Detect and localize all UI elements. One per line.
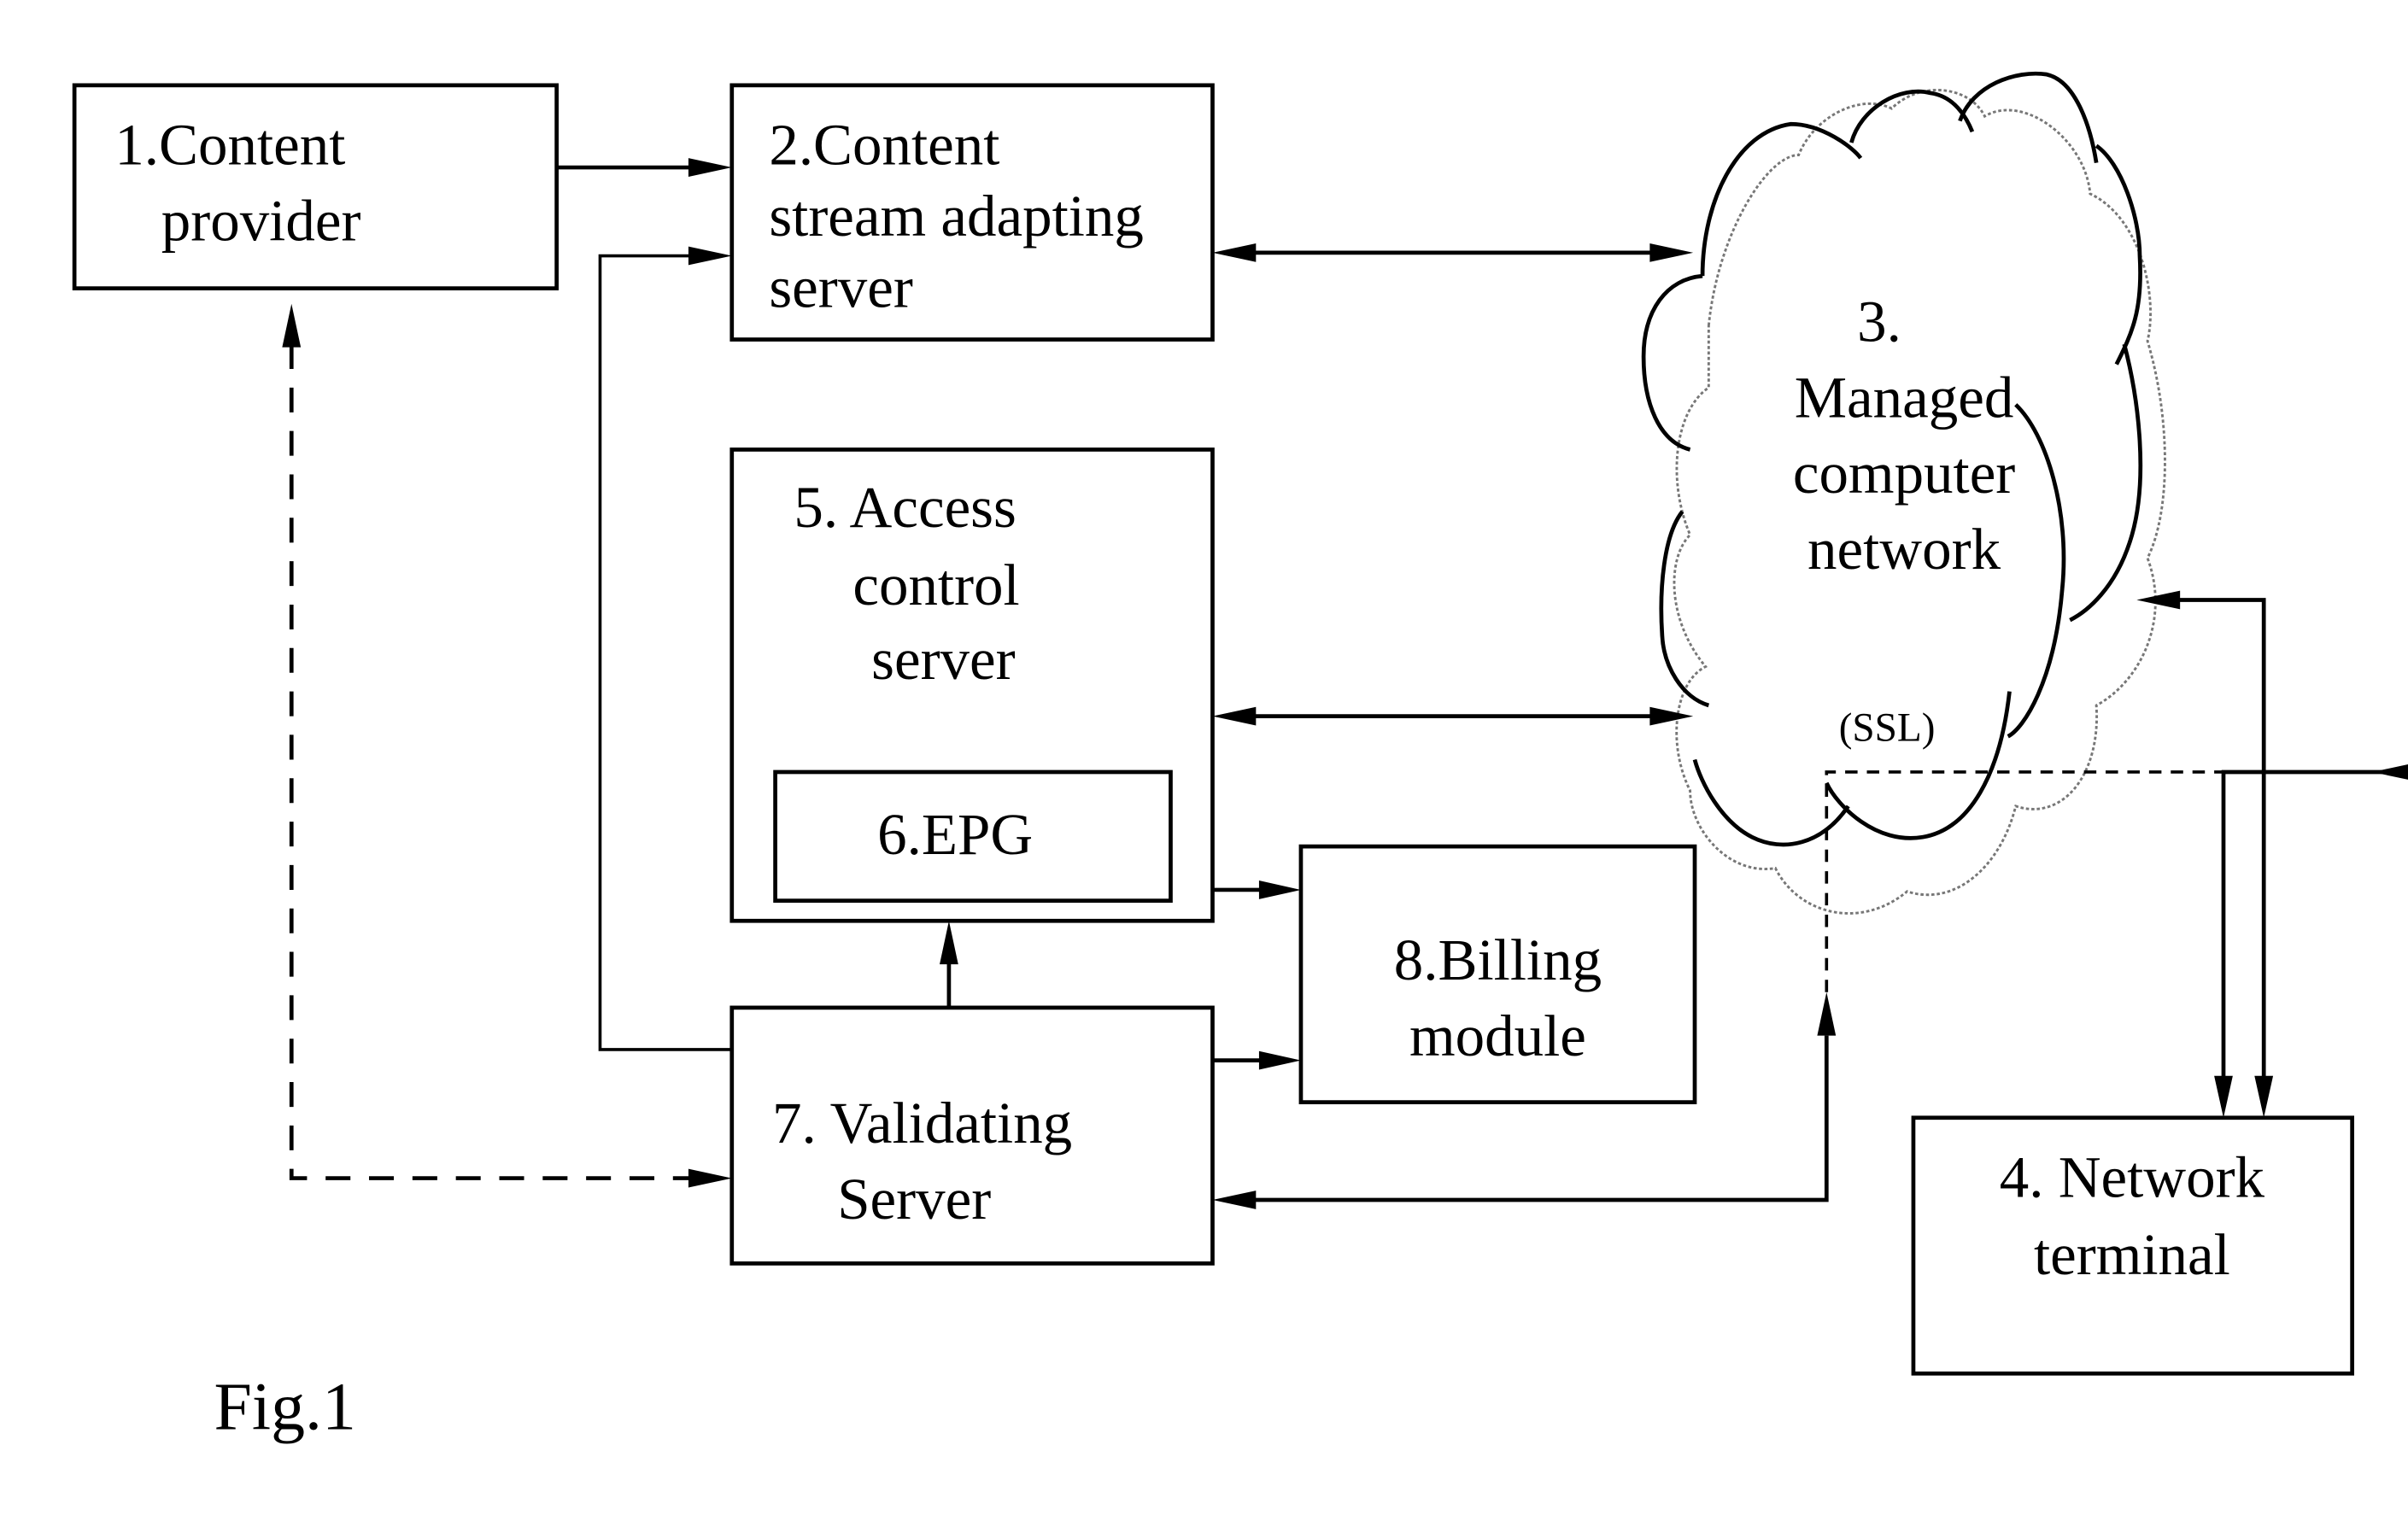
node-epg: 6.EPG xyxy=(773,769,1173,904)
figure-caption: Fig.1 xyxy=(214,1370,355,1445)
arrowhead xyxy=(282,303,302,348)
access-control-label-1: 5. Access xyxy=(794,475,1017,540)
edge-access-control-to-network xyxy=(1212,706,1694,726)
network-terminal-label-1: 4. Network xyxy=(2000,1144,2265,1209)
node-billing-module: 8.Billing module xyxy=(1298,844,1697,1104)
arrowhead xyxy=(2214,1075,2233,1118)
cloud-label-line-2: Managed xyxy=(1795,365,2014,430)
arrowhead xyxy=(688,1168,732,1188)
arrowhead xyxy=(2136,590,2181,610)
content-provider-label-1: 1.Content xyxy=(114,112,345,177)
stream-server-label-1: 2.Content xyxy=(769,112,999,177)
arrowhead xyxy=(940,921,958,965)
arrowhead xyxy=(2372,764,2408,780)
validating-server-label-1: 7. Validating xyxy=(772,1091,1072,1155)
node-content-stream-adapting-server: 2.Content stream adapting server xyxy=(729,83,1215,342)
cloud-label-line-3: computer xyxy=(1793,441,2015,506)
access-control-label-3: server xyxy=(871,627,1016,692)
arrowhead xyxy=(1212,706,1257,726)
billing-label-2: module xyxy=(1409,1003,1586,1068)
arrowhead xyxy=(1817,992,1837,1036)
epg-label: 6.EPG xyxy=(877,802,1033,867)
ssl-label: (SSL) xyxy=(1839,706,1936,751)
node-network-terminal: 4. Network terminal xyxy=(1911,1115,2355,1376)
arrowhead xyxy=(1649,243,1694,262)
arrowhead xyxy=(688,158,732,177)
edge-validating-to-billing xyxy=(1212,1050,1301,1070)
edge-network-ssl-to-terminal xyxy=(2214,764,2408,1118)
validating-server-label-2: Server xyxy=(837,1167,991,1232)
arrowhead xyxy=(1258,881,1301,899)
billing-label-1: 8.Billing xyxy=(1394,927,1602,992)
edge-provider-to-validating-dashed xyxy=(282,303,732,1188)
content-provider-label-2: provider xyxy=(161,188,361,253)
arrowhead xyxy=(1212,1191,1257,1209)
stream-server-label-3: server xyxy=(769,254,913,319)
arrowhead xyxy=(1258,1050,1301,1070)
arrowhead xyxy=(688,246,732,266)
edge-validating-to-stream-server xyxy=(598,246,732,1051)
network-terminal-label-2: terminal xyxy=(2034,1222,2230,1287)
cloud-managed-network: 3. Managed computer network (SSL) xyxy=(1641,71,2166,915)
arrowhead xyxy=(1212,243,1257,262)
arrowhead xyxy=(2254,1075,2274,1118)
edge-access-control-to-billing xyxy=(1212,881,1301,899)
network-diagram: 3. Managed computer network (SSL) 1.Cont… xyxy=(72,71,2408,1445)
arrowhead xyxy=(1649,706,1694,726)
access-control-label-2: control xyxy=(852,553,1019,617)
edge-network-to-terminal xyxy=(2136,590,2274,1118)
edge-validating-to-access-control xyxy=(940,921,958,1008)
stream-server-label-2: stream adapting xyxy=(769,184,1144,249)
node-content-provider: 1.Content provider xyxy=(72,83,560,291)
edge-stream-server-to-network xyxy=(1212,243,1694,262)
edge-provider-to-stream-server xyxy=(556,158,732,177)
cloud-label-line-1: 3. xyxy=(1857,289,1901,354)
node-validating-server: 7. Validating Server xyxy=(729,1005,1215,1266)
cloud-label-line-4: network xyxy=(1807,517,2001,582)
